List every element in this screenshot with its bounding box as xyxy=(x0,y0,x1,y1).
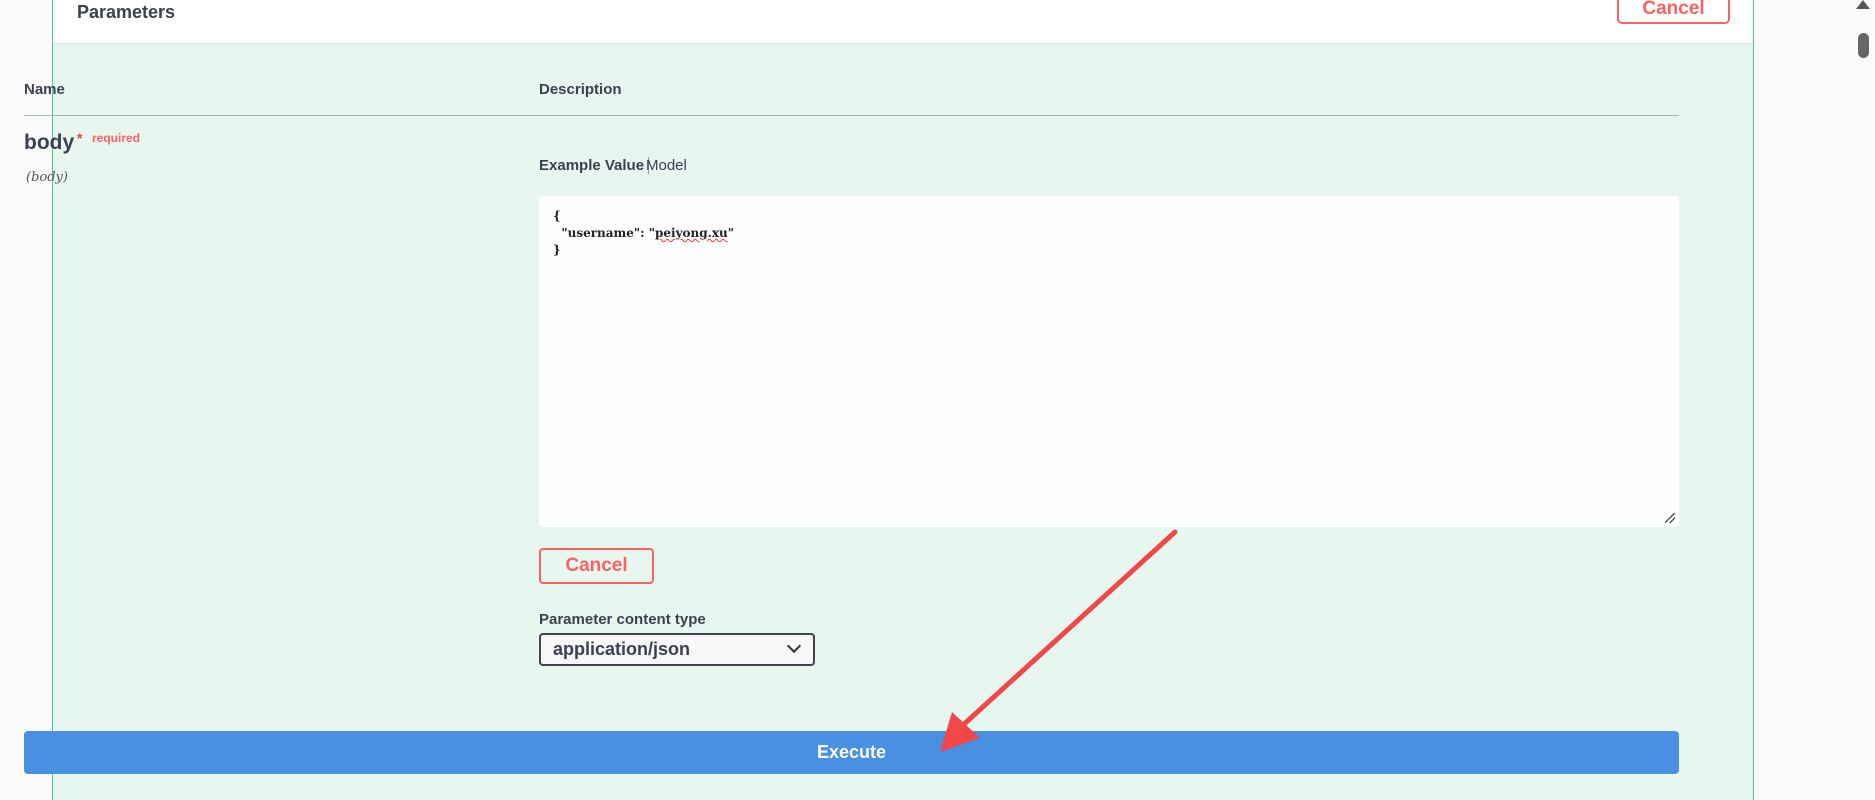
header-divider xyxy=(24,115,1679,116)
tab-example-value[interactable]: Example Value xyxy=(539,157,650,174)
chevron-down-icon xyxy=(786,638,802,654)
required-star: * xyxy=(77,130,83,146)
parameters-header: Parameters Cancel xyxy=(53,0,1753,44)
body-textarea[interactable]: { "username": "peiyong.xu" } xyxy=(539,196,1679,527)
json-close-brace: } xyxy=(553,243,561,257)
cancel-button[interactable]: Cancel xyxy=(539,548,654,584)
scrollbar-thumb[interactable] xyxy=(1858,33,1869,58)
json-value: peiyong.xu xyxy=(655,226,728,240)
column-header-name: Name xyxy=(24,81,65,98)
content-type-value: application/json xyxy=(553,639,691,659)
parameters-title: Parameters xyxy=(77,2,176,22)
try-out-cancel-button[interactable]: Cancel xyxy=(1617,0,1730,24)
execute-button[interactable]: Execute xyxy=(24,731,1679,774)
column-header-description: Description xyxy=(539,81,622,98)
content-type-select[interactable]: application/json xyxy=(539,633,815,666)
parameter-name: body xyxy=(24,131,75,154)
page-scrollbar[interactable] xyxy=(1853,0,1875,795)
resize-handle[interactable] xyxy=(1665,513,1675,523)
required-label: required xyxy=(92,131,141,145)
tab-model[interactable]: Model xyxy=(646,157,687,174)
json-key: "username": " xyxy=(553,226,655,240)
content-type-label: Parameter content type xyxy=(539,611,706,628)
parameter-location: (body) xyxy=(26,170,68,185)
scroll-up-arrow-icon[interactable] xyxy=(1856,0,1870,9)
json-open-brace: { xyxy=(553,209,561,223)
json-value-quote: " xyxy=(727,226,734,240)
